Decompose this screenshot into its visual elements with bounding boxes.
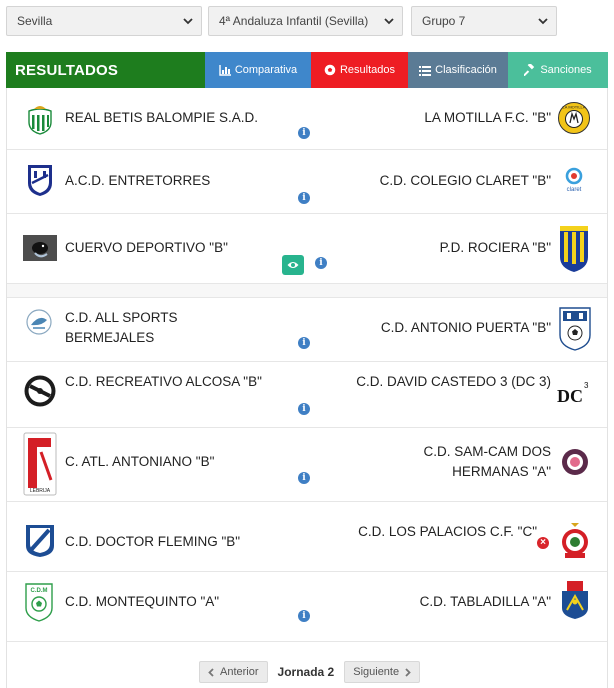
info-icon[interactable]: i	[298, 472, 310, 484]
home-team[interactable]: REAL BETIS BALOMPIE S.A.D.	[65, 108, 305, 128]
los-palacios-shield-icon	[560, 522, 590, 560]
match-row[interactable]: C.D. ALL SPORTS BERMEJALES i C.D. ANTONI…	[7, 298, 607, 362]
real-betis-shield-icon	[23, 102, 57, 136]
match-row[interactable]: LEBRIJA C. ATL. ANTONIANO "B" i C.D. SAM…	[7, 428, 607, 502]
away-team[interactable]: C.D. COLEGIO CLARET "B"	[327, 171, 551, 191]
info-icon[interactable]: i	[298, 192, 310, 204]
away-team[interactable]: P.D. ROCIERA "B"	[327, 238, 551, 258]
tabladilla-shield-icon	[559, 580, 591, 620]
soccer-ball-icon	[324, 64, 336, 76]
previous-label: Anterior	[220, 666, 259, 678]
home-team[interactable]: C.D. RECREATIVO ALCOSA "B"	[65, 372, 265, 392]
tab-clasificacion-label: Clasificación	[435, 64, 497, 76]
home-team[interactable]: C. ATL. ANTONIANO "B"	[65, 452, 305, 472]
away-team[interactable]: C.D. ANTONIO PUERTA "B"	[327, 318, 551, 338]
recreativo-alcosa-shield-icon	[23, 374, 57, 408]
antoniano-shield-icon: LEBRIJA	[23, 432, 57, 496]
competition-select-value: 4ª Andaluza Infantil (Sevilla)	[219, 14, 369, 28]
info-icon[interactable]: i	[298, 403, 310, 415]
group-select-value: Grupo 7	[422, 14, 466, 28]
match-row[interactable]: CUERVO DEPORTIVO "B" i P.D. ROCIERA "B"	[7, 214, 607, 284]
previous-button[interactable]: Anterior	[199, 661, 268, 683]
next-label: Siguiente	[353, 666, 400, 678]
home-team[interactable]: C.D. MONTEQUINTO "A"	[65, 592, 305, 612]
la-motilla-shield-icon: LA MOTILLA	[557, 101, 591, 135]
list-icon	[419, 65, 432, 76]
away-team[interactable]: C.D. TABLADILLA "A"	[327, 592, 551, 612]
match-row[interactable]: C.D.M C.D. MONTEQUINTO "A" i C.D. TABLAD…	[7, 572, 607, 642]
match-row[interactable]: C.D. DOCTOR FLEMING "B" C.D. LOS PALACIO…	[7, 502, 607, 572]
region-select-value: Sevilla	[17, 14, 53, 28]
chevron-down-icon	[384, 16, 394, 26]
group-select[interactable]: Grupo 7	[411, 6, 557, 36]
away-team[interactable]: C.D. LOS PALACIOS C.F. "C"	[347, 522, 537, 542]
antoniano-logo-text: LEBRIJA	[30, 488, 51, 494]
region-select[interactable]: Sevilla	[6, 6, 202, 36]
view-match-button[interactable]	[282, 255, 304, 275]
info-icon[interactable]: i	[298, 127, 310, 139]
montequinto-logo-text: C.D.M	[31, 588, 48, 594]
tab-comparativa-label: Comparativa	[234, 64, 298, 76]
page-title: RESULTADOS	[6, 52, 205, 88]
claret-logo-text: claret	[567, 187, 582, 193]
chevron-down-icon	[538, 16, 548, 26]
antonio-puerta-shield-icon	[557, 305, 593, 351]
next-button[interactable]: Siguiente	[344, 661, 421, 683]
match-row[interactable]: C.D. RECREATIVO ALCOSA "B" i C.D. DAVID …	[7, 362, 607, 428]
colegio-claret-shield-icon: claret	[557, 163, 591, 197]
bar-chart-icon	[219, 64, 231, 76]
all-sports-bermejales-shield-icon	[24, 308, 54, 336]
home-team[interactable]: C.D. ALL SPORTS BERMEJALES	[65, 308, 225, 348]
gavel-icon	[524, 64, 536, 76]
results-list: REAL BETIS BALOMPIE S.A.D. i LA MOTILLA …	[6, 88, 608, 688]
cancel-icon[interactable]: ×	[537, 537, 549, 549]
tab-sanciones[interactable]: Sanciones	[508, 52, 608, 88]
results-header: RESULTADOS Comparativa Resultados Clasif…	[6, 52, 608, 88]
montequinto-shield-icon: C.D.M	[24, 582, 54, 622]
eye-icon	[287, 262, 299, 268]
current-jornada: Jornada 2	[277, 665, 335, 679]
la-motilla-logo-text: LA MOTILLA	[563, 105, 586, 110]
tab-clasificacion[interactable]: Clasificación	[408, 52, 508, 88]
rociera-shield-icon	[557, 223, 591, 273]
doctor-fleming-shield-icon	[23, 524, 57, 558]
home-team[interactable]: CUERVO DEPORTIVO "B"	[65, 238, 305, 258]
chevron-right-icon	[405, 667, 411, 677]
tab-sanciones-label: Sanciones	[540, 64, 592, 76]
cuervo-deportivo-shield-icon	[23, 235, 57, 261]
tab-resultados-label: Resultados	[339, 64, 396, 76]
home-team[interactable]: C.D. DOCTOR FLEMING "B"	[65, 532, 305, 552]
sam-cam-dos-hermanas-shield-icon	[561, 448, 589, 476]
away-team[interactable]: C.D. DAVID CASTEDO 3 (DC 3)	[347, 372, 551, 392]
row-divider	[7, 284, 607, 298]
away-team[interactable]: LA MOTILLA F.C. "B"	[327, 108, 551, 128]
tab-comparativa[interactable]: Comparativa	[205, 52, 311, 88]
chevron-down-icon	[183, 16, 193, 26]
info-icon[interactable]: i	[298, 337, 310, 349]
info-icon[interactable]: i	[315, 257, 327, 269]
filters-bar: Sevilla 4ª Andaluza Infantil (Sevilla) G…	[6, 6, 558, 38]
match-row[interactable]: A.C.D. ENTRETORRES i C.D. COLEGIO CLARET…	[7, 150, 607, 214]
info-icon[interactable]: i	[298, 610, 310, 622]
competition-select[interactable]: 4ª Andaluza Infantil (Sevilla)	[208, 6, 403, 36]
dc3-logo-sup: 3	[584, 381, 589, 390]
away-team[interactable]: C.D. SAM-CAM DOS HERMANAS "A"	[387, 442, 551, 482]
dc3-logo-text: DC	[557, 386, 583, 406]
pagination: Anterior Jornada 2 Siguiente	[199, 661, 421, 683]
tab-resultados[interactable]: Resultados	[311, 52, 408, 88]
chevron-left-icon	[208, 667, 214, 677]
home-team[interactable]: A.C.D. ENTRETORRES	[65, 171, 305, 191]
entretorres-shield-icon	[23, 163, 57, 197]
david-castedo-shield-icon: DC 3	[557, 376, 591, 410]
match-row[interactable]: REAL BETIS BALOMPIE S.A.D. i LA MOTILLA …	[7, 88, 607, 150]
